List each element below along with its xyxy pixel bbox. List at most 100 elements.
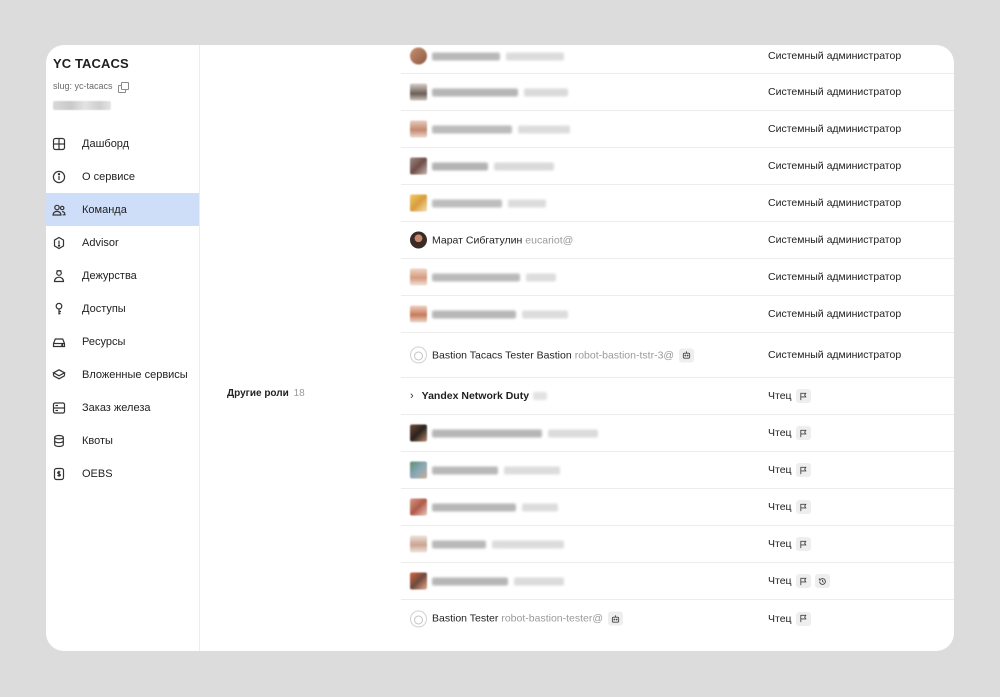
- sidebar-item-about[interactable]: О сервисе: [46, 160, 199, 193]
- sidebar-item-hardware-order[interactable]: Заказ железа: [46, 391, 199, 424]
- member-name-redacted: [432, 577, 508, 585]
- avatar: [410, 305, 427, 323]
- table-row[interactable]: Bastion Tacacs Tester Bastion robot-bast…: [401, 333, 954, 378]
- table-row[interactable]: Чтец: [401, 452, 954, 489]
- member-cell: [410, 268, 556, 286]
- member-cell: [410, 120, 570, 138]
- quotas-icon: [52, 434, 66, 448]
- member-cell: [410, 572, 564, 590]
- sidebar-item-dashboard[interactable]: Дашборд: [46, 127, 199, 160]
- member-name-redacted: [432, 199, 502, 207]
- role-cell: Системный администратор: [768, 123, 901, 135]
- member-name-redacted: [432, 88, 518, 96]
- chevron-right-icon[interactable]: ›: [410, 390, 414, 402]
- table-row[interactable]: Марат Сибгатулин eucariot@ Системный адм…: [401, 222, 954, 259]
- member-cell: [410, 498, 558, 516]
- member-login-redacted: [492, 540, 564, 548]
- sidebar-nav: Дашборд О сервисе Команда Advisor Дежурс…: [46, 127, 199, 490]
- slug-text: slug: yc-tacacs: [53, 81, 113, 91]
- member-login-redacted: [506, 52, 564, 60]
- member-cell: Марат Сибгатулин eucariot@: [410, 231, 574, 249]
- sidebar-item-advisor[interactable]: Advisor: [46, 226, 199, 259]
- member-name[interactable]: Bastion Tester: [432, 613, 498, 625]
- history-icon[interactable]: [814, 574, 830, 588]
- flag-icon[interactable]: [795, 574, 811, 588]
- sidebar-item-label: Квоты: [82, 434, 113, 447]
- advisor-icon: [52, 236, 66, 250]
- member-name[interactable]: Марат Сибгатулин: [432, 234, 522, 246]
- sidebar-item-team[interactable]: Команда: [46, 193, 199, 226]
- other-roles-count: 18: [293, 388, 305, 399]
- table-row[interactable]: Системный администратор: [401, 74, 954, 111]
- role-label: Системный администратор: [768, 160, 902, 172]
- copy-icon[interactable]: [117, 81, 129, 93]
- role-label: Чтец: [768, 464, 792, 476]
- table-row[interactable]: Системный администратор: [401, 296, 954, 333]
- sidebar-item-nested-services[interactable]: Вложенные сервисы: [46, 358, 199, 391]
- robot-icon: [608, 611, 624, 626]
- member-login-redacted: [526, 273, 556, 281]
- slug-row: slug: yc-tacacs: [53, 81, 129, 93]
- role-cell: Чтец: [768, 500, 811, 514]
- flag-icon[interactable]: [795, 463, 811, 477]
- member-login-redacted: [548, 429, 598, 437]
- table-row[interactable]: Системный администратор: [401, 259, 954, 296]
- sidebar-item-label: О сервисе: [82, 170, 135, 183]
- role-label: Чтец: [768, 390, 792, 402]
- other-roles-label: Другие роли 18: [227, 388, 305, 399]
- member-name-redacted: [432, 540, 486, 548]
- sidebar-item-label: Дежурства: [82, 269, 137, 282]
- sidebar-item-duty[interactable]: Дежурства: [46, 259, 199, 292]
- user-placeholder-icon: [410, 610, 427, 627]
- dashboard-icon: [52, 137, 66, 151]
- member-login: eucariot@: [525, 234, 574, 246]
- table-row[interactable]: Bastion Tester robot-bastion-tester@ Чте…: [401, 600, 954, 637]
- table-row[interactable]: Системный администратор: [401, 45, 954, 74]
- group-row[interactable]: › Yandex Network Duty Чтец: [401, 378, 954, 415]
- member-login: robot-bastion-tstr-3@: [574, 349, 675, 361]
- member-name-redacted: [432, 310, 516, 318]
- table-row[interactable]: Системный администратор: [401, 148, 954, 185]
- sidebar-item-quotas[interactable]: Квоты: [46, 424, 199, 457]
- service-title: YC TACACS: [53, 56, 129, 71]
- role-cell: Чтец: [768, 463, 811, 477]
- avatar: [410, 268, 427, 286]
- table-row[interactable]: Чтец: [401, 563, 954, 600]
- table-row[interactable]: Системный администратор: [401, 111, 954, 148]
- flag-icon[interactable]: [795, 611, 811, 626]
- role-cell: Системный администратор: [768, 271, 901, 283]
- role-label: Чтец: [768, 575, 792, 587]
- avatar: [410, 194, 427, 212]
- member-cell: [410, 424, 598, 442]
- avatar: [410, 231, 427, 249]
- table-row[interactable]: Чтец: [401, 489, 954, 526]
- avatar: [410, 498, 427, 516]
- nested-services-icon: [52, 368, 66, 382]
- member-cell: Bastion Tester robot-bastion-tester@: [410, 610, 624, 627]
- role-cell: Системный администратор: [768, 234, 901, 246]
- info-icon: [52, 170, 66, 184]
- member-login-redacted: [522, 310, 568, 318]
- flag-icon[interactable]: [795, 537, 811, 551]
- flag-icon[interactable]: [795, 426, 811, 440]
- member-login-redacted: [518, 125, 570, 133]
- flag-icon[interactable]: [795, 389, 811, 403]
- sidebar-item-oebs[interactable]: OEBS: [46, 457, 199, 490]
- member-login: robot-bastion-tester@: [501, 612, 604, 625]
- table-row[interactable]: Чтец: [401, 415, 954, 452]
- member-name[interactable]: Bastion Tacacs Tester Bastion: [432, 349, 572, 361]
- service-card: YC TACACS slug: yc-tacacs Дашборд О серв…: [46, 45, 954, 651]
- other-roles-title: Другие роли: [227, 388, 289, 399]
- sidebar-item-resources[interactable]: Ресурсы: [46, 325, 199, 358]
- member-cell: [410, 47, 564, 65]
- role-label: Чтец: [768, 612, 792, 625]
- sidebar-item-access[interactable]: Доступы: [46, 292, 199, 325]
- group-name[interactable]: Yandex Network Duty: [422, 390, 529, 402]
- table-row[interactable]: Системный администратор: [401, 185, 954, 222]
- member-login-redacted: [514, 577, 564, 585]
- avatar: [410, 461, 427, 479]
- avatar: [410, 120, 427, 138]
- table-row[interactable]: Чтец: [401, 526, 954, 563]
- role-cell: Чтец: [768, 389, 811, 403]
- flag-icon[interactable]: [795, 500, 811, 514]
